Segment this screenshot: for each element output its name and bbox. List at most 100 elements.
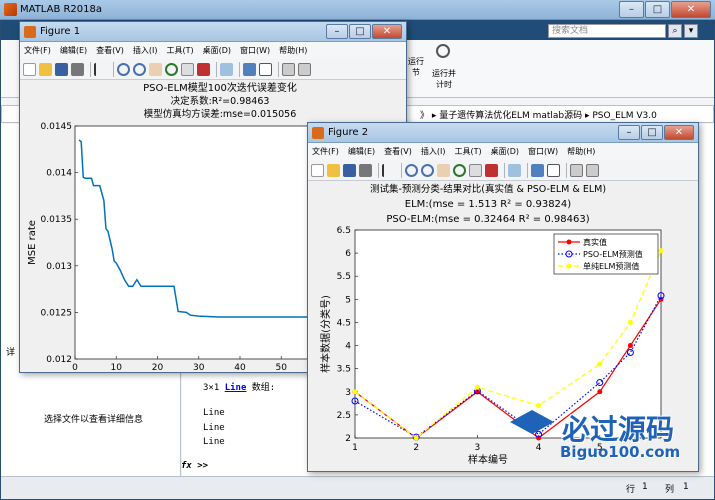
open-file-icon[interactable] <box>39 62 52 76</box>
status-row-value: 1 <box>642 482 648 492</box>
cmd-output-line: 3×1 Line 数组: <box>203 383 276 393</box>
search-docs-input[interactable]: 搜索文档 <box>548 24 666 38</box>
save-icon[interactable] <box>343 163 356 177</box>
menu-insert[interactable]: 插入(I) <box>421 143 446 160</box>
open-file-icon[interactable] <box>327 163 340 177</box>
rotate-icon[interactable] <box>453 163 466 177</box>
show-plot-tools-icon[interactable] <box>586 163 599 177</box>
cmd-output-line: Line <box>203 408 225 418</box>
figure-1-titlebar[interactable]: Figure 1 – □ ✕ <box>20 22 406 42</box>
edit-plot-icon[interactable] <box>382 163 395 177</box>
maximize-button[interactable]: □ <box>645 1 670 18</box>
figure-2-close-button[interactable]: ✕ <box>664 125 694 140</box>
run-and-time-icon[interactable] <box>436 44 450 58</box>
y-tick-label: 0.013 <box>46 262 72 272</box>
search-icon[interactable]: ⌕ <box>668 24 682 38</box>
menu-window[interactable]: 窗口(W) <box>240 42 270 59</box>
status-bar <box>1 476 714 499</box>
status-row-label: 行 <box>626 485 636 495</box>
figure-2-titlebar[interactable]: Figure 2 – □ ✕ <box>308 123 698 143</box>
print-icon[interactable] <box>71 62 84 76</box>
zoom-in-icon[interactable] <box>117 62 130 76</box>
figure-1-menubar: 文件(F) 编辑(E) 查看(V) 插入(I) 工具(T) 桌面(D) 窗口(W… <box>20 42 406 59</box>
figure-2-minimize-button[interactable]: – <box>618 125 640 140</box>
legend-label-2: 单纯ELM预测值 <box>583 261 639 271</box>
y-axis-label: MSE rate <box>27 220 38 265</box>
y-tick-label: 0.014 <box>46 169 72 179</box>
y-tick-label: 4 <box>345 342 351 352</box>
menu-edit[interactable]: 编辑(E) <box>60 42 87 59</box>
menu-file[interactable]: 文件(F) <box>24 42 51 59</box>
ribbon-collapse-icon[interactable]: ▾ <box>684 24 698 38</box>
menu-window[interactable]: 窗口(W) <box>528 143 558 160</box>
series-point-0 <box>597 389 603 395</box>
menu-view[interactable]: 查看(V) <box>384 143 412 160</box>
show-plot-tools-icon[interactable] <box>298 62 311 76</box>
pan-icon[interactable] <box>149 62 162 76</box>
minimize-button[interactable]: – <box>619 1 644 18</box>
figure-2-maximize-button[interactable]: □ <box>641 125 663 140</box>
y-tick-label: 5 <box>345 295 351 305</box>
new-figure-icon[interactable] <box>23 62 36 76</box>
brush-icon[interactable] <box>485 163 498 177</box>
rotate-icon[interactable] <box>165 62 178 76</box>
edit-plot-icon[interactable] <box>94 62 107 76</box>
data-cursor-icon[interactable] <box>469 163 482 177</box>
menu-file[interactable]: 文件(F) <box>312 143 339 160</box>
data-cursor-icon[interactable] <box>181 62 194 76</box>
command-prompt[interactable]: fx >> <box>181 461 208 471</box>
figure-2-title: Figure 2 <box>328 127 369 138</box>
colorbar-icon[interactable] <box>531 163 544 177</box>
print-icon[interactable] <box>359 163 372 177</box>
menu-edit[interactable]: 编辑(E) <box>348 143 375 160</box>
y-tick-label: 0.012 <box>46 355 72 365</box>
hide-plot-tools-icon[interactable] <box>570 163 583 177</box>
zoom-out-icon[interactable] <box>133 62 146 76</box>
menu-desktop[interactable]: 桌面(D) <box>203 42 231 59</box>
y-axis-label: 样本数据(分类号) <box>319 295 332 373</box>
y-tick-label: 4.5 <box>337 318 351 328</box>
zoom-in-icon[interactable] <box>405 163 418 177</box>
matlab-titlebar[interactable]: MATLAB R2018a – □ ✕ <box>0 0 715 20</box>
colorbar-icon[interactable] <box>243 62 256 76</box>
menu-view[interactable]: 查看(V) <box>96 42 124 59</box>
line-doc-link[interactable]: Line <box>225 383 247 393</box>
y-tick-label: 6.5 <box>337 226 351 236</box>
run-section-label[interactable]: 运行节 <box>405 56 427 78</box>
status-col-value: 1 <box>683 482 689 492</box>
menu-tools[interactable]: 工具(T) <box>166 42 193 59</box>
x-tick-label: 2 <box>413 443 419 453</box>
y-tick-label: 0.0145 <box>41 122 73 132</box>
run-and-time-button[interactable]: 运行并 计时 <box>428 68 460 90</box>
save-icon[interactable] <box>55 62 68 76</box>
figure-1-close-button[interactable]: ✕ <box>372 24 402 39</box>
figure-1-minimize-button[interactable]: – <box>326 24 348 39</box>
y-tick-label: 5.5 <box>337 272 351 282</box>
current-folder-path: 》 ▸ 量子遗传算法优化ELM matlab源码 ▸ PSO_ELM V3.0 <box>420 111 657 121</box>
menu-help[interactable]: 帮助(H) <box>279 42 307 59</box>
menu-desktop[interactable]: 桌面(D) <box>491 143 519 160</box>
menu-tools[interactable]: 工具(T) <box>454 143 481 160</box>
chart-title-line: 模型仿真均方误差:mse=0.015056 <box>144 108 297 120</box>
matlab-title: MATLAB R2018a <box>20 4 103 15</box>
new-figure-icon[interactable] <box>311 163 324 177</box>
link-plot-icon[interactable] <box>508 163 521 177</box>
figure-1-maximize-button[interactable]: □ <box>349 24 371 39</box>
x-tick-label: 50 <box>276 363 288 373</box>
pan-icon[interactable] <box>437 163 450 177</box>
legend-icon[interactable] <box>547 163 560 177</box>
menu-help[interactable]: 帮助(H) <box>567 143 595 160</box>
close-button[interactable]: ✕ <box>671 1 711 18</box>
link-plot-icon[interactable] <box>220 62 233 76</box>
figure-icon <box>24 26 36 38</box>
cmd-output-line: Line <box>203 423 225 433</box>
matlab-logo-icon <box>4 3 17 16</box>
legend-icon[interactable] <box>259 62 272 76</box>
brush-icon[interactable] <box>197 62 210 76</box>
zoom-out-icon[interactable] <box>421 163 434 177</box>
hide-plot-tools-icon[interactable] <box>282 62 295 76</box>
series-point-2 <box>658 248 664 254</box>
details-hint: 选择文件以查看详细信息 <box>44 415 144 425</box>
figure-2-menubar: 文件(F) 编辑(E) 查看(V) 插入(I) 工具(T) 桌面(D) 窗口(W… <box>308 143 698 160</box>
menu-insert[interactable]: 插入(I) <box>133 42 158 59</box>
